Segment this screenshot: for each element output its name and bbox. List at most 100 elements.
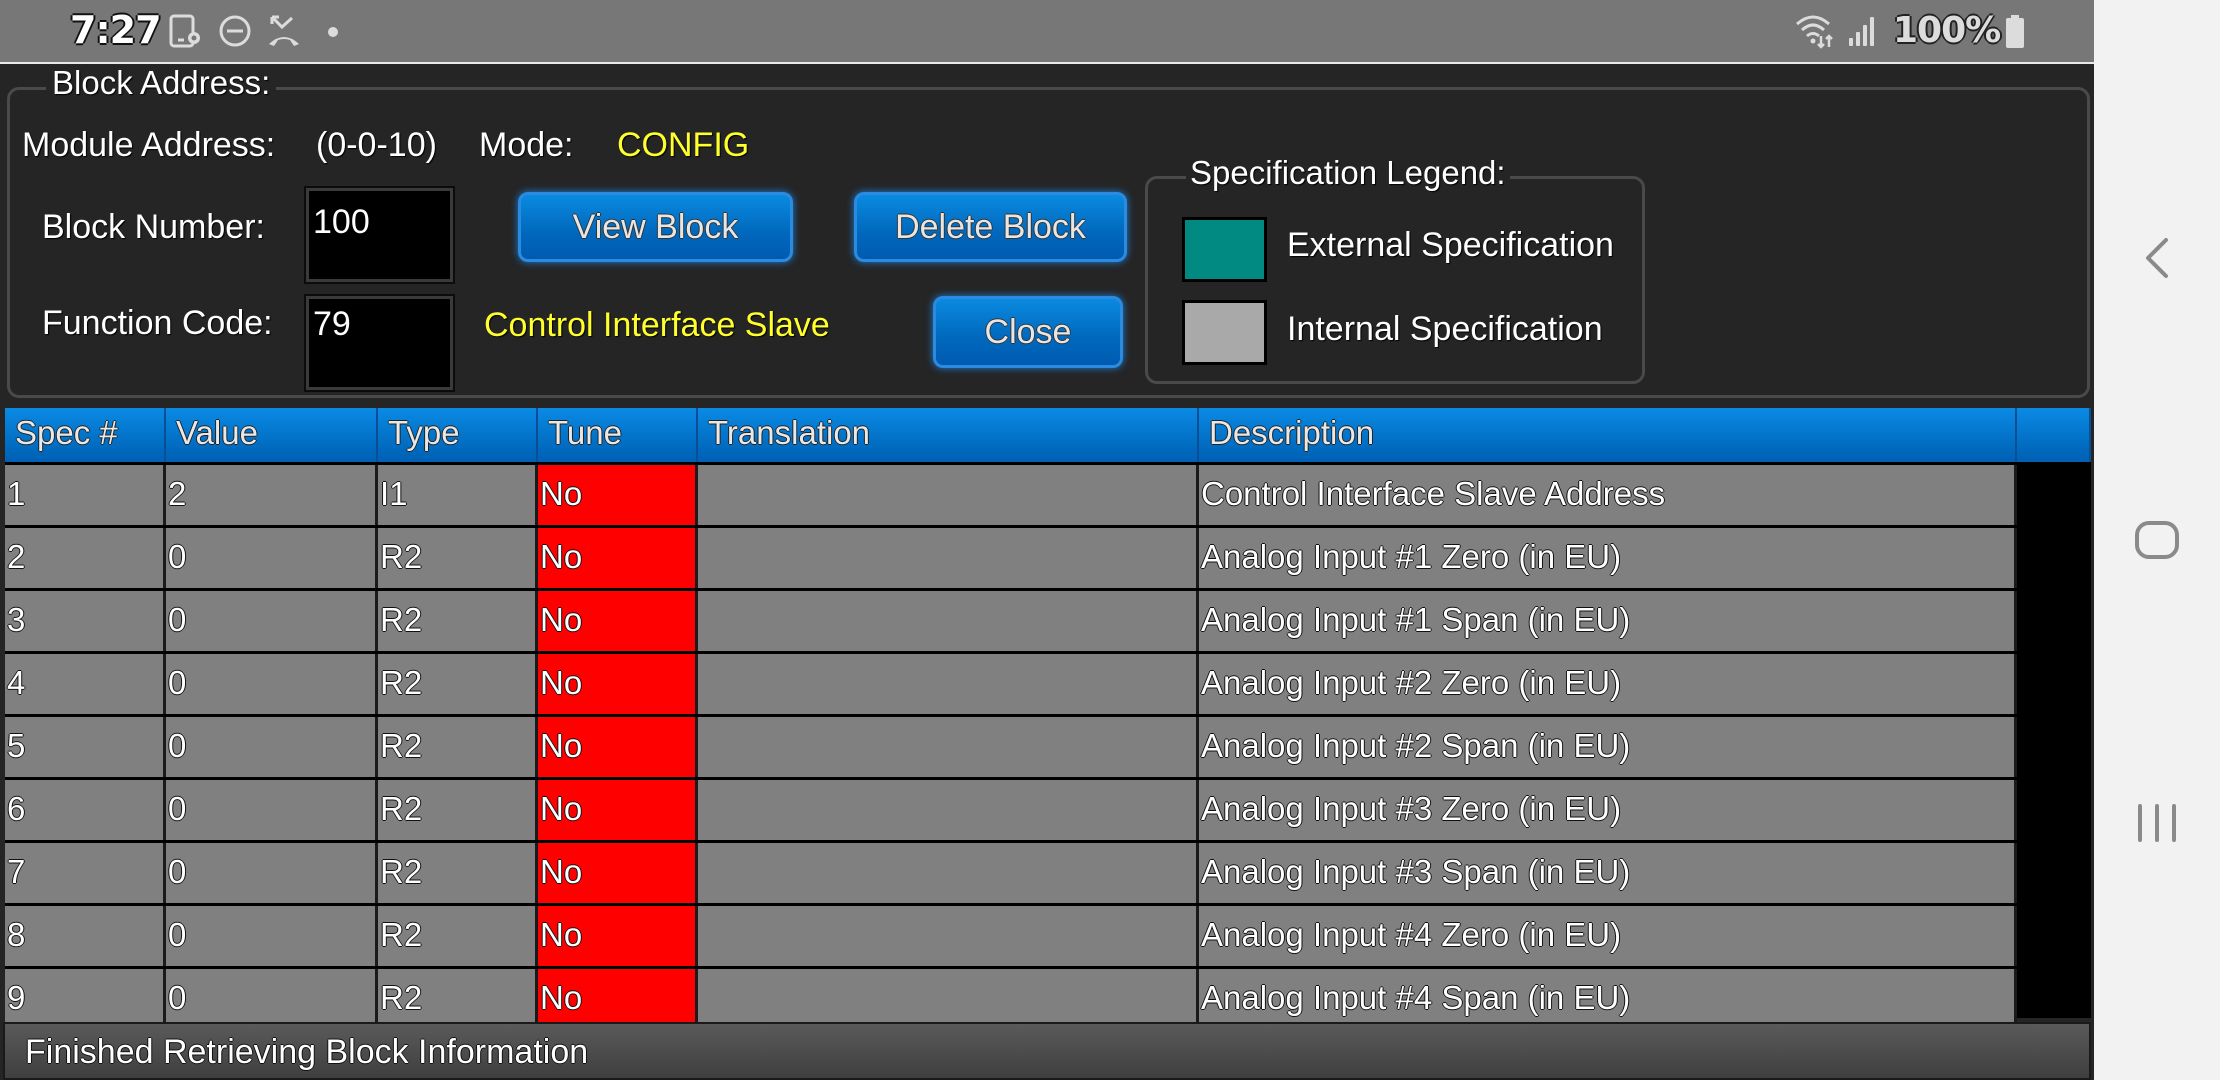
col-header-spec[interactable]: Spec #: [5, 408, 166, 462]
system-status-bar: 7:27 100%: [0, 0, 2094, 64]
clock: 7:27: [70, 8, 162, 52]
cell-spec[interactable]: 7: [5, 843, 166, 903]
cell-value[interactable]: 0: [166, 717, 378, 777]
cell-description[interactable]: Control Interface Slave Address: [1199, 465, 2017, 525]
cell-type[interactable]: R2: [378, 969, 538, 1029]
cell-value[interactable]: 0: [166, 654, 378, 714]
legend-title: Specification Legend:: [1186, 154, 1510, 192]
cell-spec[interactable]: 6: [5, 780, 166, 840]
cell-tune[interactable]: No: [538, 780, 698, 840]
cell-translation[interactable]: [698, 465, 1199, 525]
status-message: Finished Retrieving Block Information: [25, 1033, 589, 1071]
cell-tune[interactable]: No: [538, 843, 698, 903]
block-number-input[interactable]: 100: [304, 186, 455, 284]
internal-spec-label: Internal Specification: [1287, 310, 1603, 348]
table-row[interactable]: 8 0 R2 No Analog Input #4 Zero (in EU): [5, 906, 2017, 966]
function-code-input[interactable]: 79: [304, 294, 455, 392]
table-row[interactable]: 2 0 R2 No Analog Input #1 Zero (in EU): [5, 528, 2017, 588]
col-header-translation[interactable]: Translation: [698, 408, 1199, 462]
cell-spec[interactable]: 9: [5, 969, 166, 1029]
back-icon[interactable]: [2142, 236, 2172, 280]
col-header-tune[interactable]: Tune: [538, 408, 698, 462]
mode-label: Mode:: [479, 126, 574, 164]
cell-translation[interactable]: [698, 906, 1199, 966]
home-icon[interactable]: [2134, 518, 2180, 564]
cell-value[interactable]: 0: [166, 969, 378, 1029]
missed-call-icon: [269, 15, 299, 46]
cell-type[interactable]: R2: [378, 843, 538, 903]
cell-description[interactable]: Analog Input #3 Span (in EU): [1199, 843, 2017, 903]
cell-translation[interactable]: [698, 717, 1199, 777]
external-spec-swatch: [1182, 217, 1267, 282]
cell-description[interactable]: Analog Input #2 Span (in EU): [1199, 717, 2017, 777]
cell-translation[interactable]: [698, 528, 1199, 588]
cell-value[interactable]: 0: [166, 591, 378, 651]
cell-tune[interactable]: No: [538, 528, 698, 588]
battery-percentage: 100%: [1893, 10, 2001, 51]
table-row[interactable]: 3 0 R2 No Analog Input #1 Span (in EU): [5, 591, 2017, 651]
cell-description[interactable]: Analog Input #1 Zero (in EU): [1199, 528, 2017, 588]
close-button[interactable]: Close: [933, 296, 1123, 368]
cell-value[interactable]: 0: [166, 528, 378, 588]
cell-tune[interactable]: No: [538, 969, 698, 1029]
cell-value[interactable]: 2: [166, 465, 378, 525]
cell-spec[interactable]: 8: [5, 906, 166, 966]
table-row[interactable]: 7 0 R2 No Analog Input #3 Span (in EU): [5, 843, 2017, 903]
view-block-button[interactable]: View Block: [518, 192, 793, 262]
table-row[interactable]: 5 0 R2 No Analog Input #2 Span (in EU): [5, 717, 2017, 777]
cell-type[interactable]: R2: [378, 906, 538, 966]
col-header-description[interactable]: Description: [1199, 408, 2017, 462]
col-header-type[interactable]: Type: [378, 408, 538, 462]
col-header-value[interactable]: Value: [166, 408, 378, 462]
cell-translation[interactable]: [698, 591, 1199, 651]
table-row[interactable]: 1 2 I1 No Control Interface Slave Address: [5, 465, 2017, 525]
status-message-bar: Finished Retrieving Block Information: [3, 1022, 2091, 1080]
signal-icon: [1849, 17, 1874, 46]
internal-spec-swatch: [1182, 300, 1267, 365]
cell-type[interactable]: R2: [378, 717, 538, 777]
cell-type[interactable]: R2: [378, 780, 538, 840]
cell-type[interactable]: R2: [378, 591, 538, 651]
cell-description[interactable]: Analog Input #2 Zero (in EU): [1199, 654, 2017, 714]
do-not-disturb-icon: [219, 15, 251, 47]
cell-tune[interactable]: No: [538, 906, 698, 966]
cell-spec[interactable]: 4: [5, 654, 166, 714]
notification-dot-icon: [328, 27, 338, 37]
table-row[interactable]: 6 0 R2 No Analog Input #3 Zero (in EU): [5, 780, 2017, 840]
table-row[interactable]: 4 0 R2 No Analog Input #2 Zero (in EU): [5, 654, 2017, 714]
col-header-filler: [2017, 408, 2091, 462]
recents-icon[interactable]: [2134, 800, 2180, 846]
cell-translation[interactable]: [698, 843, 1199, 903]
delete-block-button[interactable]: Delete Block: [854, 192, 1127, 262]
cell-type[interactable]: R2: [378, 654, 538, 714]
cell-tune[interactable]: No: [538, 654, 698, 714]
function-name: Control Interface Slave: [484, 306, 830, 344]
module-address-label: Module Address:: [22, 126, 276, 164]
cell-description[interactable]: Analog Input #4 Span (in EU): [1199, 969, 2017, 1029]
cell-translation[interactable]: [698, 780, 1199, 840]
cell-description[interactable]: Analog Input #3 Zero (in EU): [1199, 780, 2017, 840]
mode-value: CONFIG: [617, 126, 750, 164]
cell-spec[interactable]: 1: [5, 465, 166, 525]
cell-description[interactable]: Analog Input #1 Span (in EU): [1199, 591, 2017, 651]
cell-type[interactable]: R2: [378, 528, 538, 588]
cell-description[interactable]: Analog Input #4 Zero (in EU): [1199, 906, 2017, 966]
cell-value[interactable]: 0: [166, 843, 378, 903]
cell-tune[interactable]: No: [538, 465, 698, 525]
spec-table: Spec # Value Type Tune Translation Descr…: [5, 408, 2091, 1029]
cell-type[interactable]: I1: [378, 465, 538, 525]
table-row[interactable]: 9 0 R2 No Analog Input #4 Span (in EU): [5, 969, 2017, 1029]
cell-spec[interactable]: 2: [5, 528, 166, 588]
cell-value[interactable]: 0: [166, 906, 378, 966]
block-address-title: Block Address:: [46, 64, 277, 102]
cell-tune[interactable]: No: [538, 717, 698, 777]
cell-tune[interactable]: No: [538, 591, 698, 651]
wifi-icon: [1796, 15, 1833, 49]
cell-spec[interactable]: 3: [5, 591, 166, 651]
cell-translation[interactable]: [698, 654, 1199, 714]
cell-value[interactable]: 0: [166, 780, 378, 840]
cell-translation[interactable]: [698, 969, 1199, 1029]
cell-spec[interactable]: 5: [5, 717, 166, 777]
external-spec-label: External Specification: [1287, 226, 1614, 264]
function-code-label: Function Code:: [42, 304, 273, 342]
